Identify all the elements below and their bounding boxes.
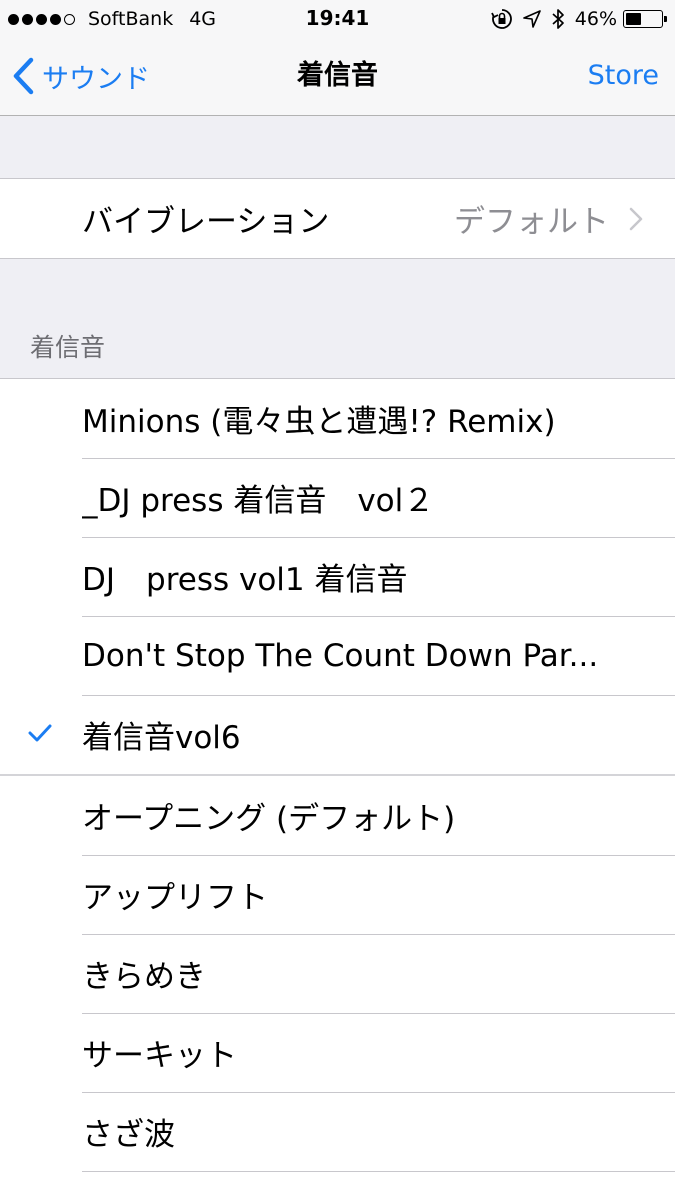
- ringtone-row[interactable]: Minions (電々虫と遭遇!? Remix): [0, 379, 675, 458]
- battery-icon: [623, 10, 667, 28]
- vibration-row[interactable]: バイブレーション デフォルト: [0, 179, 675, 258]
- vibration-label: バイブレーション: [82, 204, 330, 240]
- vibration-value: デフォルト: [454, 204, 609, 240]
- ringtone-label: _DJ press 着信音 vol２: [82, 483, 435, 519]
- ringtone-label: アップリフト: [82, 880, 268, 916]
- checkmark-icon: [28, 724, 52, 742]
- ringtone-label: 着信音vol6: [82, 720, 241, 756]
- location-arrow-icon: [522, 10, 541, 28]
- ringtone-row[interactable]: オープニング (デフォルト): [0, 776, 675, 855]
- status-bar: SoftBank 4G 19:41 46%: [0, 0, 675, 38]
- ringtone-label: さざ波: [82, 1117, 175, 1153]
- builtin-ringtones-group: オープニング (デフォルト) アップリフト きらめき サーキット さざ波: [0, 776, 675, 1200]
- ringtone-row-selected[interactable]: 着信音vol6: [0, 695, 675, 774]
- ringtone-section-header: 着信音: [30, 333, 106, 362]
- ringtone-row-partial[interactable]: [0, 1171, 675, 1200]
- battery-percent: 46%: [574, 8, 617, 30]
- chevron-right-icon: [629, 207, 643, 231]
- chevron-left-icon: [13, 57, 34, 95]
- ringtone-row[interactable]: サーキット: [0, 1013, 675, 1092]
- ringtone-label: オープニング (デフォルト): [82, 801, 456, 837]
- ringtone-row[interactable]: さざ波: [0, 1092, 675, 1171]
- vibration-group: バイブレーション デフォルト: [0, 178, 675, 259]
- ringtone-row[interactable]: アップリフト: [0, 855, 675, 934]
- ringtone-row[interactable]: _DJ press 着信音 vol２: [0, 458, 675, 537]
- custom-ringtones-group: Minions (電々虫と遭遇!? Remix) _DJ press 着信音 v…: [0, 378, 675, 777]
- ringtone-label: Don't Stop The Count Down Par...: [82, 637, 599, 674]
- orientation-lock-icon: [490, 8, 513, 30]
- battery-level-fill: [626, 13, 642, 25]
- status-right: 46%: [481, 5, 667, 33]
- ringtone-row[interactable]: きらめき: [0, 934, 675, 1013]
- ringtone-label: きらめき: [82, 959, 206, 995]
- navigation-bar: サウンド 着信音 Store: [0, 38, 675, 116]
- back-button[interactable]: サウンド: [12, 56, 150, 96]
- ringtone-label: サーキット: [82, 1038, 237, 1074]
- ringtone-row[interactable]: DJ press vol1 着信音: [0, 537, 675, 616]
- ringtone-label: DJ press vol1 着信音: [82, 562, 408, 598]
- ringtone-row[interactable]: Don't Stop The Count Down Par...: [0, 616, 675, 695]
- bluetooth-icon: [551, 8, 565, 30]
- store-button[interactable]: Store: [588, 56, 659, 96]
- ringtone-label: Minions (電々虫と遭遇!? Remix): [82, 404, 556, 440]
- back-button-label: サウンド: [42, 63, 150, 95]
